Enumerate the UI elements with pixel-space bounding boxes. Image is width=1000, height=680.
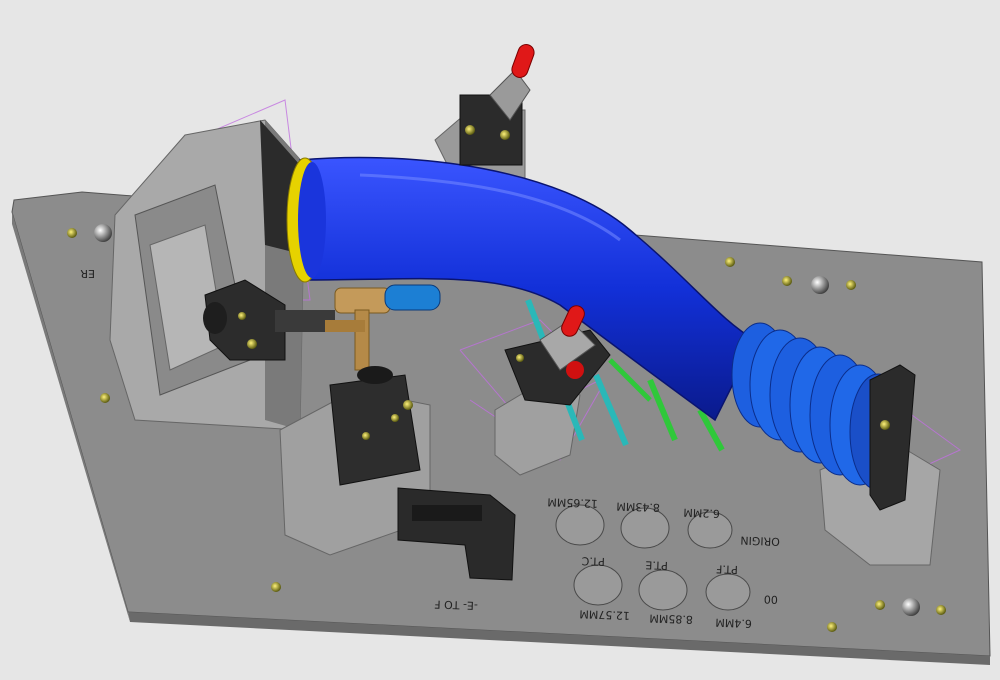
locating-ball [902, 598, 920, 616]
left-support-block[interactable] [109, 119, 306, 431]
hole-f-label: 6.4MM [715, 616, 752, 630]
gauge-hole-f [705, 573, 751, 611]
bolt-icon [238, 312, 246, 320]
cad-viewport[interactable]: ER 12.65MM 8.43MM 6.2MM ORIGIN PT.C PT.E… [0, 0, 1000, 680]
hole-b-label: 8.43MM [616, 499, 660, 514]
bolt-icon [100, 393, 110, 403]
gauge-hole-a [555, 504, 605, 546]
hole-d-label: 12.57MM [579, 607, 630, 622]
pt-e-label: PT.E [645, 558, 668, 572]
bolt-icon [403, 400, 413, 410]
zero-mark-label: 00 [764, 593, 778, 606]
bolt-icon [936, 605, 946, 615]
locating-ball [811, 276, 829, 294]
edge-mark-label: ER [80, 267, 95, 280]
bolt-icon [67, 228, 77, 238]
bolt-icon [827, 622, 837, 632]
hole-c-label: 6.2MM [683, 506, 720, 520]
gauge-hole-d [573, 564, 623, 606]
bolt-icon [271, 582, 281, 592]
bolt-icon [846, 280, 856, 290]
hole-e-label: 8.85MM [649, 611, 693, 626]
bolt-icon [465, 125, 475, 135]
bolt-icon [782, 276, 792, 286]
bolt-icon [725, 257, 735, 267]
locating-ball [94, 224, 112, 242]
bolt-icon [880, 420, 890, 430]
bolt-icon [516, 354, 524, 362]
pt-c-label: PT.C [581, 554, 605, 568]
hole-a-label: 12.65MM [547, 495, 598, 510]
gauge-hole-e [638, 569, 688, 611]
bolt-icon [362, 432, 370, 440]
bolt-icon [391, 414, 399, 422]
bolt-icon [247, 339, 257, 349]
bolt-icon [500, 130, 510, 140]
bolt-icon [875, 600, 885, 610]
e-to-f-label: -E- TO F [434, 597, 478, 612]
origin-label: ORIGIN [740, 534, 780, 548]
pt-f-label: PT.F [716, 562, 738, 576]
